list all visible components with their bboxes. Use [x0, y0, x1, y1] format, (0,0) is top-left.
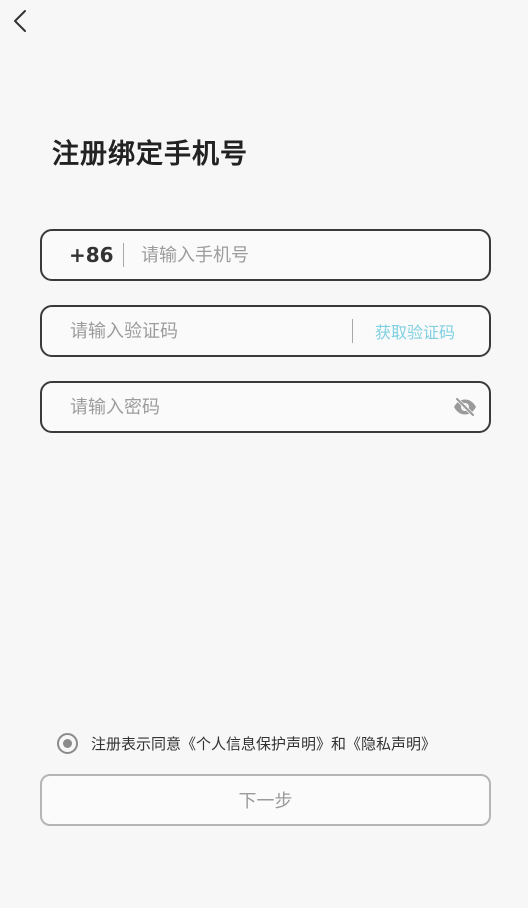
verification-code-input[interactable] — [70, 307, 352, 355]
page-title: 注册绑定手机号 — [52, 139, 248, 170]
register-screen: 注册绑定手机号 +86 获取验证码 注册表示同意《个人信息保护声明》和《隐私声明… — [0, 0, 528, 908]
password-visibility-toggle[interactable] — [451, 395, 479, 419]
privacy-statement-link[interactable]: 《个人信息保护声明》 — [181, 735, 331, 753]
code-divider — [351, 319, 353, 343]
get-code-button[interactable]: 获取验证码 — [375, 319, 455, 343]
agreement-prefix: 注册表示同意 — [91, 734, 182, 753]
agreement-and: 和 — [331, 734, 347, 753]
password-input[interactable] — [70, 383, 451, 431]
agreement-row: 注册表示同意《个人信息保护声明》和《隐私声明》 — [57, 731, 436, 755]
back-button[interactable] — [6, 6, 34, 36]
agreement-radio[interactable] — [57, 732, 78, 754]
phone-field: +86 — [40, 229, 491, 281]
prefix-divider — [123, 243, 124, 267]
eye-off-icon — [454, 398, 476, 416]
radio-dot — [63, 738, 72, 748]
chevron-left-icon — [14, 10, 26, 32]
verification-code-field: 获取验证码 — [40, 305, 491, 357]
password-field — [40, 381, 491, 433]
privacy-policy-link[interactable]: 《隐私声明》 — [346, 735, 436, 753]
country-code-prefix: +86 — [69, 243, 114, 267]
next-step-button[interactable]: 下一步 — [40, 774, 491, 826]
agreement-text: 注册表示同意《个人信息保护声明》和《隐私声明》 — [91, 733, 436, 754]
phone-input[interactable] — [141, 231, 489, 279]
